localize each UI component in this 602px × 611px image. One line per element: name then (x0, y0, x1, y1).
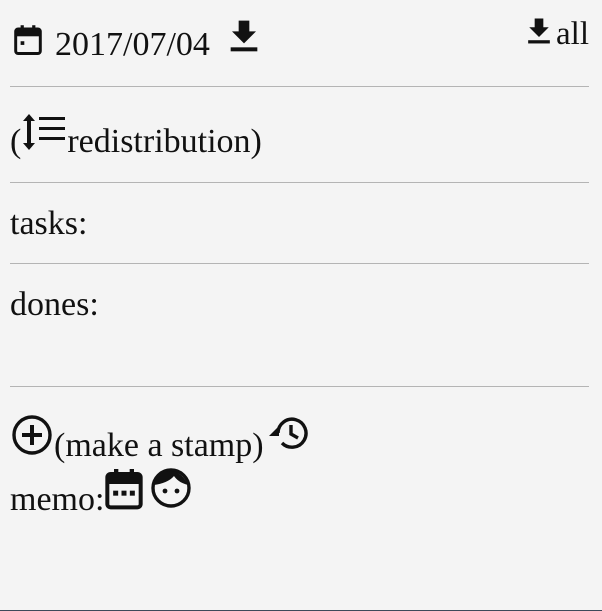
dones-label: dones: (10, 286, 99, 323)
tasks-label: tasks: (10, 205, 88, 242)
download-all-icon (526, 16, 552, 46)
memo-calendar-icon[interactable] (104, 467, 144, 511)
dones-section: dones: (10, 264, 589, 386)
history-icon[interactable] (264, 413, 308, 453)
face-icon[interactable] (150, 467, 192, 509)
redistribution-section: ( redistribution ) (10, 87, 589, 182)
make-stamp-link[interactable]: (make a stamp) (54, 429, 264, 463)
download-icon[interactable] (228, 18, 260, 54)
close-paren: ) (250, 123, 262, 160)
calendar-icon[interactable] (13, 24, 43, 56)
date-header: 2017/07/04 all (10, 0, 589, 86)
open-paren: ( (10, 123, 22, 160)
tasks-section: tasks: (10, 183, 589, 263)
page: 2017/07/04 all (redistribution) tasks:… (10, 0, 589, 557)
add-circle-icon[interactable] (10, 413, 54, 457)
download-all-button[interactable]: all (526, 14, 589, 51)
download-all-label: all (556, 16, 589, 52)
redistribution-link[interactable]: redistribution (67, 125, 250, 159)
memo-label: memo: (10, 481, 105, 518)
current-date[interactable]: 2017/07/04 (55, 28, 210, 62)
stamp-memo-section: (make a stamp) memo: (10, 387, 589, 557)
sort-lines-icon[interactable] (21, 113, 67, 151)
